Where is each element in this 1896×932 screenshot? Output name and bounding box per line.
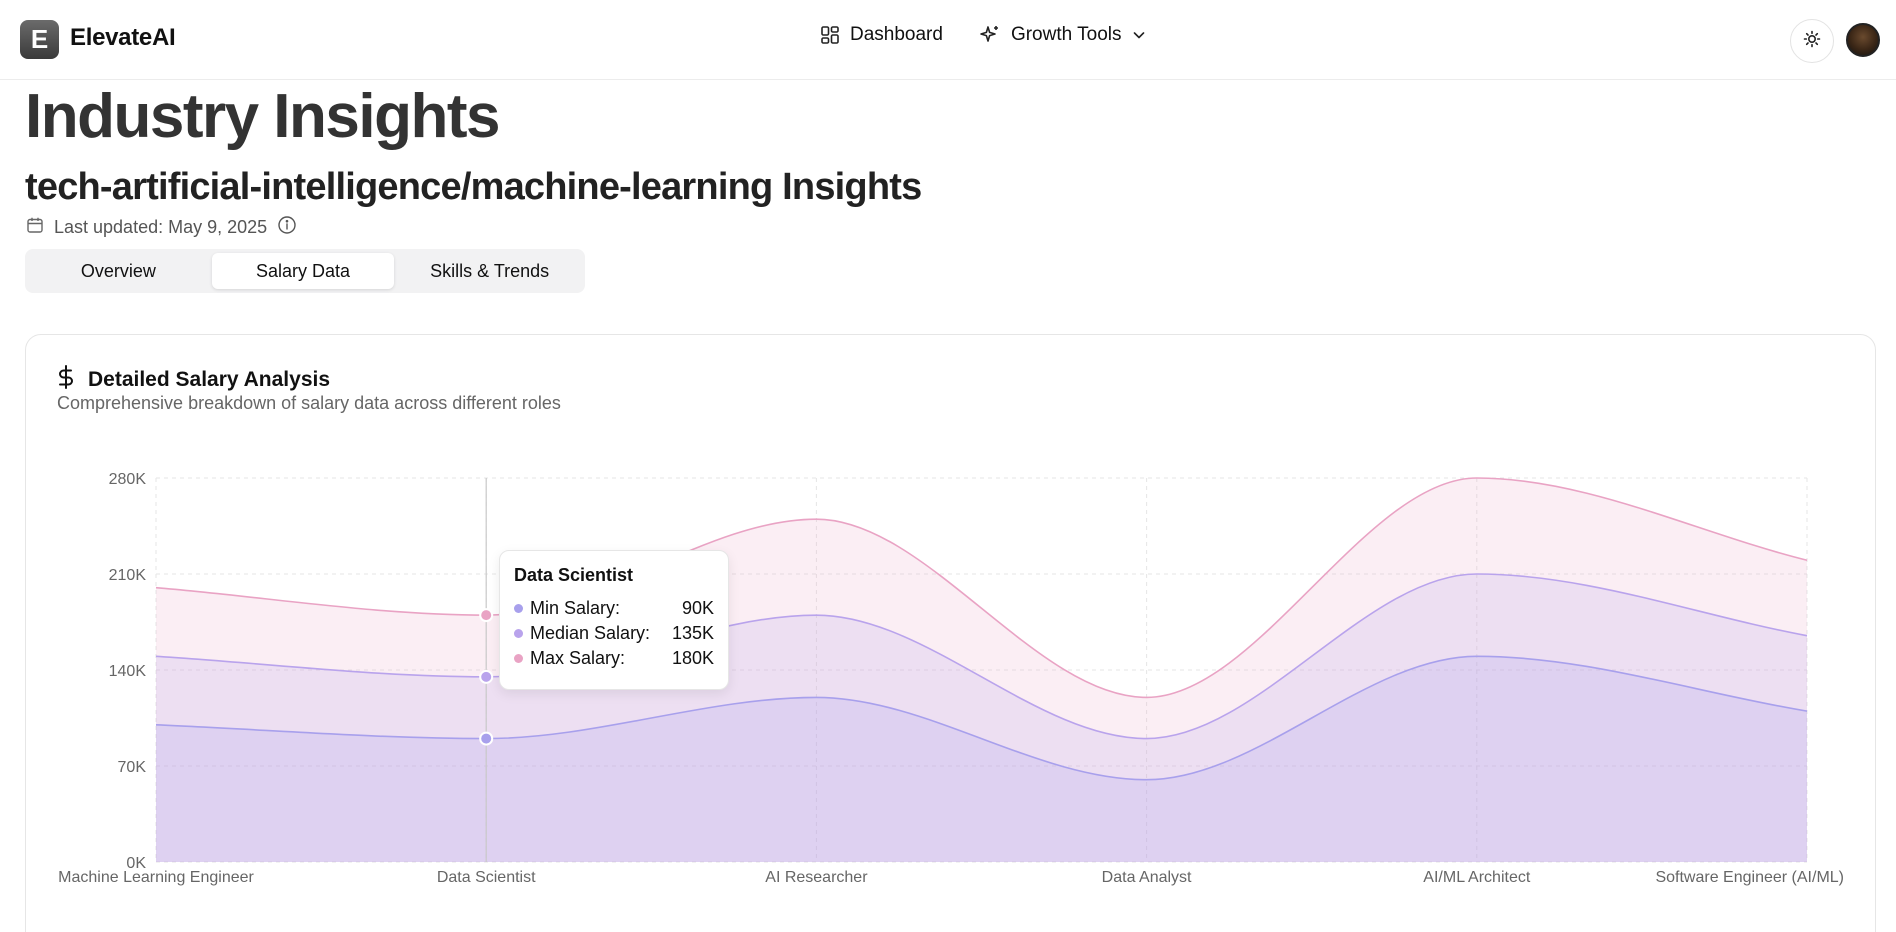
tooltip-value: 135K: [671, 623, 714, 643]
x-tick-label: Data Scientist: [437, 869, 536, 886]
median-salary-swatch: [514, 629, 523, 638]
tooltip-label: Max Salary:: [530, 648, 626, 668]
tooltip-title: Data Scientist: [514, 565, 634, 585]
tooltip-row-min: Min Salary: 90K: [514, 596, 714, 621]
x-tick-label: Machine Learning Engineer: [58, 869, 254, 886]
max-salary-swatch: [514, 654, 523, 663]
median-salary-point: [479, 669, 494, 684]
min-salary-swatch: [514, 604, 523, 613]
y-tick-label: 210K: [109, 567, 147, 584]
tooltip-label: Min Salary:: [530, 598, 621, 618]
chart-areas: [155, 477, 1808, 862]
tooltip-label: Median Salary:: [530, 623, 651, 643]
x-tick-label: AI/ML Architect: [1423, 869, 1531, 886]
salary-area-chart[interactable]: 0K70K140K210K280K Machine Learning Engin…: [0, 0, 1896, 932]
y-tick-label: 70K: [118, 759, 147, 776]
tooltip-value: 90K: [681, 598, 714, 618]
y-tick-label: 140K: [109, 663, 147, 680]
max-salary-point: [479, 608, 494, 623]
y-tick-label: 280K: [109, 471, 147, 488]
tooltip-value: 180K: [671, 648, 714, 668]
tooltip-row-median: Median Salary: 135K: [514, 621, 714, 646]
x-tick-label: Software Engineer (AI/ML): [1655, 869, 1844, 886]
x-axis-ticks: Machine Learning Engineer Data Scientist A…: [58, 869, 1844, 886]
tooltip-row-max: Max Salary: 180K: [514, 646, 714, 671]
x-tick-label: AI Researcher: [765, 869, 868, 886]
x-tick-label: Data Analyst: [1102, 869, 1192, 886]
y-axis-ticks: 0K70K140K210K280K: [109, 471, 147, 872]
chart-tooltip: Data Scientist Min Salary: 90K Median Sa…: [499, 550, 729, 690]
min-salary-point: [479, 731, 494, 746]
